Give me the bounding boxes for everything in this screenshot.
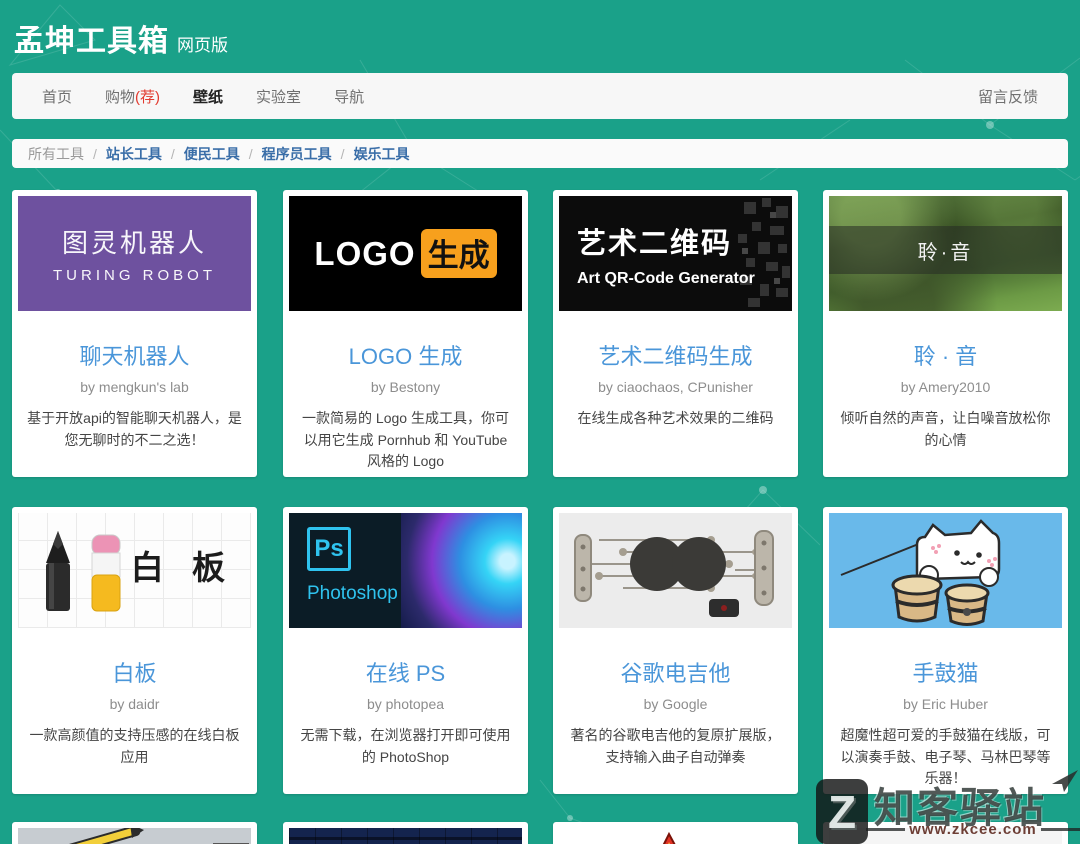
tool-card-bongo-cat[interactable]: 手鼓猫 by Eric Huber 超魔性超可爱的手鼓猫在线版，可以演奏手鼓、电… [823,507,1068,794]
tool-card-google-guitar[interactable]: 谷歌电吉他 by Google 著名的谷歌电吉他的复原扩展版，支持输入曲子自动弹… [553,507,798,794]
tool-card-art-qrcode[interactable]: 艺术二维码 Art QR-Code Generator 艺术二维码生成 by c… [553,190,798,477]
nav-item-lab[interactable]: 实验室 [256,86,301,107]
fluid-art-image [401,513,522,628]
sketch-drawing-icon [18,828,251,844]
whiteboard-banner-image: 白 板 [18,513,251,628]
tool-author: by ciaochaos, CPunisher [559,379,792,395]
filter-separator: / [93,146,97,162]
photoshop-wordmark: Photoshop [307,583,401,605]
filter-link-entertainment-tools[interactable]: 娱乐工具 [354,144,410,164]
tool-description: 基于开放api的智能聊天机器人，是您无聊时的不二之选！ [18,408,251,451]
nature-banner-image: 聆·音 [829,196,1062,311]
google-guitar-banner-image [559,513,792,628]
tool-card-chat-robot[interactable]: 图灵机器人 TURING ROBOT 聊天机器人 by mengkun's la… [12,190,257,477]
site-title: 孟坤工具箱 [14,16,169,60]
sketch-banner-image [18,828,251,844]
tool-card-whiteboard[interactable]: 白 板 白板 by daidr 一款高颜值的支持压感的在线白板应用 [12,507,257,794]
tool-title-link[interactable]: LOGO 生成 [289,339,522,371]
filter-link-webmaster-tools[interactable]: 站长工具 [106,144,162,164]
nav-item-shopping[interactable]: 购物(荐) [105,86,160,107]
filter-current-all-tools[interactable]: 所有工具 [28,144,84,164]
tool-title-link[interactable]: 手鼓猫 [829,656,1062,688]
filter-link-convenience-tools[interactable]: 便民工具 [184,144,240,164]
tool-description: 在线生成各种艺术效果的二维码 [559,408,792,430]
art-qrcode-banner-image: 艺术二维码 Art QR-Code Generator [559,196,792,311]
tool-title-link[interactable]: 谷歌电吉他 [559,656,792,688]
tool-title-link[interactable]: 聊天机器人 [18,339,251,371]
category-filter-bar: 所有工具 / 站长工具 / 便民工具 / 程序员工具 / 娱乐工具 [12,139,1068,168]
qrcode-banner-cn: 艺术二维码 [577,220,792,262]
nav-item-home[interactable]: 首页 [42,86,72,107]
tool-title-link[interactable]: 艺术二维码生成 [559,339,792,371]
turing-logo-cn: 图灵机器人 [62,223,207,260]
tool-title-link[interactable]: 聆 · 音 [829,339,1062,371]
tool-description: 倾听自然的声音，让白噪音放松你的心情 [829,408,1062,451]
nav-item-navigation[interactable]: 导航 [334,86,364,107]
guitar-doodle-icon [559,513,792,628]
red-cartoon-icon [559,828,792,844]
tool-title-link[interactable]: 在线 PS [289,656,522,688]
tool-card-listen-sound[interactable]: 聆·音 聆 · 音 by Amery2010 倾听自然的声音，让白噪音放松你的心… [823,190,1068,477]
filter-separator: / [341,146,345,162]
tool-title-link[interactable]: 白板 [18,656,251,688]
nature-title-band: 聆·音 [829,226,1062,274]
nav-item-feedback[interactable]: 留言反馈 [978,86,1038,107]
tool-author: by daidr [18,696,251,712]
tool-description: 超魔性超可爱的手鼓猫在线版，可以演奏手鼓、电子琴、马林巴琴等乐器！ [829,725,1062,790]
logo-word-white: LOGO [314,235,415,273]
hidden-banner-image [829,828,1062,844]
tool-card-partial-4[interactable] [823,822,1068,844]
logo-word-orange-badge: 生成 [421,229,497,278]
tool-author: by Eric Huber [829,696,1062,712]
nav-item-wallpaper[interactable]: 壁纸 [193,86,223,107]
tool-card-partial-1[interactable] [12,822,257,844]
qrcode-banner-en: Art QR-Code Generator [577,270,792,288]
bongo-cat-icon [829,513,1062,628]
tool-description: 著名的谷歌电吉他的复原扩展版，支持输入曲子自动弹奏 [559,725,792,768]
tool-author: by photopea [289,696,522,712]
tone-matrix-banner-image [289,828,522,844]
pencil-eraser-icon [18,513,138,628]
ps-logo-letters: Ps [314,535,343,563]
main-navbar: 首页 购物(荐) 壁纸 实验室 导航 留言反馈 [12,73,1068,119]
bongo-cat-banner-image [829,513,1062,628]
tool-author: by mengkun's lab [18,379,251,395]
ps-logo-icon: Ps [307,527,351,571]
tool-card-online-ps[interactable]: Ps Photoshop 在线 PS by photopea 无需下载，在浏览器… [283,507,528,794]
tool-author: by Amery2010 [829,379,1062,395]
whiteboard-banner-text: 白 板 [131,541,235,589]
filter-separator: / [249,146,253,162]
turing-logo-en: TURING ROBOT [53,267,216,284]
filter-separator: / [171,146,175,162]
site-subtitle: 网页版 [177,36,228,55]
tool-card-partial-3[interactable] [553,822,798,844]
tool-description: 一款高颜值的支持压感的在线白板应用 [18,725,251,768]
tool-author: by Google [559,696,792,712]
tool-description: 一款简易的 Logo 生成工具，你可以用它生成 Pornhub 和 YouTub… [289,408,522,473]
tool-author: by Bestony [289,379,522,395]
tool-description: 无需下载，在浏览器打开即可使用的 PhotoShop [289,725,522,768]
cartoon-banner-image [559,828,792,844]
photoshop-logo-panel: Ps Photoshop [289,513,401,628]
photoshop-banner-image: Ps Photoshop [289,513,522,628]
logo-generator-banner-image: LOGO 生成 [289,196,522,311]
nature-banner-text: 聆·音 [918,236,974,265]
turing-robot-banner-image: 图灵机器人 TURING ROBOT [18,196,251,311]
tool-card-logo-generator[interactable]: LOGO 生成 LOGO 生成 by Bestony 一款简易的 Logo 生成… [283,190,528,477]
nav-hot-badge: (荐) [135,89,160,106]
filter-link-programmer-tools[interactable]: 程序员工具 [262,144,332,164]
tool-card-partial-2[interactable] [283,822,528,844]
site-header: 孟坤工具箱网页版 [0,0,1080,60]
